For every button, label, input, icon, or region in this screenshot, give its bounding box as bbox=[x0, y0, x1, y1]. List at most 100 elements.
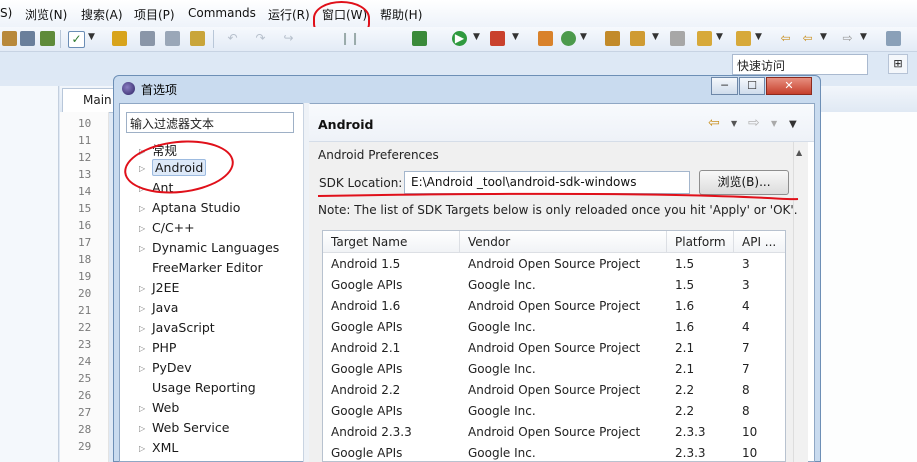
tree-item[interactable]: ▷ JavaScript bbox=[139, 320, 215, 335]
chevron-down-icon[interactable]: ▼ bbox=[755, 32, 762, 42]
forward-arrow-icon[interactable]: ⇨ bbox=[748, 115, 760, 131]
table-row[interactable]: Google APIs Google Inc. 2.2 8 bbox=[323, 401, 785, 422]
expand-arrow-icon[interactable]: ▷ bbox=[139, 204, 152, 213]
table-row[interactable]: Android 2.2 Android Open Source Project 2.… bbox=[323, 380, 785, 401]
step-icon[interactable]: ↪ bbox=[281, 31, 296, 46]
list-icon[interactable] bbox=[165, 31, 180, 46]
annotation-icon[interactable] bbox=[670, 31, 685, 46]
table-row[interactable]: Android 2.1 Android Open Source Project 2.… bbox=[323, 338, 785, 359]
tree-item[interactable]: ▷ XML bbox=[139, 440, 178, 455]
tree-item[interactable]: ▷ J2EE bbox=[139, 280, 179, 295]
table-row[interactable]: Google APIs Google Inc. 2.1 7 bbox=[323, 359, 785, 380]
line-number: 13 bbox=[78, 168, 92, 181]
chevron-down-icon[interactable]: ▼ bbox=[512, 32, 519, 42]
tree-item[interactable]: Usage Reporting bbox=[139, 380, 256, 395]
chevron-down-icon[interactable]: ▼ bbox=[580, 32, 587, 42]
quick-access-input[interactable]: 快速访问 bbox=[732, 54, 868, 75]
chevron-down-icon[interactable]: ▼ bbox=[731, 119, 737, 128]
chevron-down-icon[interactable]: ▼ bbox=[473, 32, 480, 42]
expand-arrow-icon[interactable]: ▷ bbox=[139, 444, 152, 453]
expand-arrow-icon[interactable]: ▷ bbox=[139, 344, 152, 353]
checkbox-icon[interactable]: ✓ bbox=[68, 31, 85, 48]
menu-item-help[interactable]: 帮助(H) bbox=[380, 6, 422, 23]
tree-item[interactable]: ▷ Web bbox=[139, 400, 179, 415]
scroll-up-icon[interactable]: ▲ bbox=[796, 148, 802, 157]
menu-item-navigate[interactable]: 浏览(N) bbox=[25, 6, 67, 23]
pause-icon[interactable]: ❙❙ bbox=[340, 31, 360, 46]
prev-annotation-icon[interactable] bbox=[736, 31, 751, 46]
table-cell: Google APIs bbox=[331, 362, 403, 376]
table-row[interactable]: Android 2.3.3 Android Open Source Project… bbox=[323, 422, 785, 443]
next-annotation-icon[interactable] bbox=[697, 31, 712, 46]
print-icon[interactable] bbox=[2, 31, 17, 46]
tree-item[interactable]: FreeMarker Editor bbox=[139, 260, 263, 275]
column-header-vendor[interactable]: Vendor bbox=[460, 231, 667, 253]
sdk-note: Note: The list of SDK Targets below is o… bbox=[318, 203, 798, 217]
table-row[interactable]: Google APIs Google Inc. 1.5 3 bbox=[323, 275, 785, 296]
table-cell: 1.6 bbox=[675, 299, 695, 313]
forward-icon[interactable]: ⇨ bbox=[840, 31, 855, 46]
menu-item-search[interactable]: 搜索(A) bbox=[81, 6, 123, 23]
tree-item[interactable]: ▷ Java bbox=[139, 300, 178, 315]
tree-item[interactable]: ▷ Web Service bbox=[139, 420, 229, 435]
table-row[interactable]: Google APIs Google Inc. 2.3.3 10 bbox=[323, 443, 785, 461]
tree-item-label: J2EE bbox=[152, 280, 180, 295]
column-header-platform[interactable]: Platform bbox=[667, 231, 734, 253]
run-icon[interactable]: ▶ bbox=[452, 31, 467, 46]
new-class-icon[interactable] bbox=[538, 31, 553, 46]
back-arrow-icon[interactable]: ⇦ bbox=[708, 115, 720, 131]
editor-tab-main[interactable]: Main bbox=[62, 88, 114, 112]
open-type-icon[interactable] bbox=[605, 31, 620, 46]
expand-arrow-icon[interactable]: ▷ bbox=[139, 224, 152, 233]
menu-item-commands[interactable]: Commands bbox=[188, 6, 256, 20]
wand-icon[interactable] bbox=[190, 31, 205, 46]
redo-icon[interactable]: ↷ bbox=[253, 31, 268, 46]
table-row[interactable]: Google APIs Google Inc. 1.6 4 bbox=[323, 317, 785, 338]
undo-icon[interactable]: ↶ bbox=[225, 31, 240, 46]
filter-input[interactable]: 输入过滤器文本 bbox=[126, 112, 294, 133]
line-number: 28 bbox=[78, 423, 92, 436]
expand-arrow-icon[interactable]: ▷ bbox=[139, 404, 152, 413]
open-perspective-button[interactable]: ⊞ bbox=[888, 54, 908, 74]
chevron-down-icon[interactable]: ▼ bbox=[716, 32, 723, 42]
chevron-down-icon[interactable]: ▼ bbox=[771, 119, 777, 128]
new-file-icon[interactable] bbox=[112, 31, 127, 46]
external-tools-icon[interactable] bbox=[490, 31, 505, 46]
table-row[interactable]: Android 1.5 Android Open Source Project 1.… bbox=[323, 254, 785, 275]
chevron-down-icon[interactable]: ▼ bbox=[652, 32, 659, 42]
tree-item[interactable]: ▷ C/C++ bbox=[139, 220, 195, 235]
search-toolbar-icon[interactable] bbox=[630, 31, 645, 46]
expand-arrow-icon[interactable]: ▷ bbox=[139, 284, 152, 293]
pin-icon[interactable] bbox=[886, 31, 901, 46]
expand-arrow-icon[interactable]: ▷ bbox=[139, 304, 152, 313]
debug-icon[interactable] bbox=[412, 31, 427, 46]
chevron-down-icon[interactable]: ▼ bbox=[88, 32, 95, 42]
pen-icon[interactable] bbox=[140, 31, 155, 46]
tree-item[interactable]: ▷ Aptana Studio bbox=[139, 200, 240, 215]
new-package-icon[interactable] bbox=[561, 31, 576, 46]
chevron-down-icon[interactable]: ▼ bbox=[820, 32, 827, 42]
chevron-down-icon[interactable]: ▼ bbox=[860, 32, 867, 42]
tree-item[interactable]: ▷ Dynamic Languages bbox=[139, 240, 279, 255]
tree-item[interactable]: ▷ PyDev bbox=[139, 360, 192, 375]
menu-item-run[interactable]: 运行(R) bbox=[268, 6, 310, 23]
android-sdk-icon[interactable] bbox=[40, 31, 55, 46]
maximize-button[interactable]: ☐ bbox=[739, 77, 765, 95]
tree-item[interactable]: ▷ PHP bbox=[139, 340, 176, 355]
expand-arrow-icon[interactable]: ▷ bbox=[139, 324, 152, 333]
table-row[interactable]: Android 1.6 Android Open Source Project 1.… bbox=[323, 296, 785, 317]
column-header-target-name[interactable]: Target Name bbox=[323, 231, 460, 253]
view-menu-icon[interactable]: ▼ bbox=[789, 119, 797, 130]
line-number: 18 bbox=[78, 253, 92, 266]
menu-item-project[interactable]: 项目(P) bbox=[134, 6, 175, 23]
close-button[interactable]: ✕ bbox=[766, 77, 812, 95]
expand-arrow-icon[interactable]: ▷ bbox=[139, 364, 152, 373]
column-header-api[interactable]: API ... bbox=[734, 231, 785, 253]
menu-item-source[interactable]: S) bbox=[0, 6, 12, 20]
expand-arrow-icon[interactable]: ▷ bbox=[139, 424, 152, 433]
back-icon[interactable]: ⇦ bbox=[778, 31, 793, 46]
terminal-icon[interactable] bbox=[20, 31, 35, 46]
minimize-button[interactable]: ─ bbox=[711, 77, 738, 95]
back-history-icon[interactable]: ⇦ bbox=[800, 31, 815, 46]
expand-arrow-icon[interactable]: ▷ bbox=[139, 244, 152, 253]
